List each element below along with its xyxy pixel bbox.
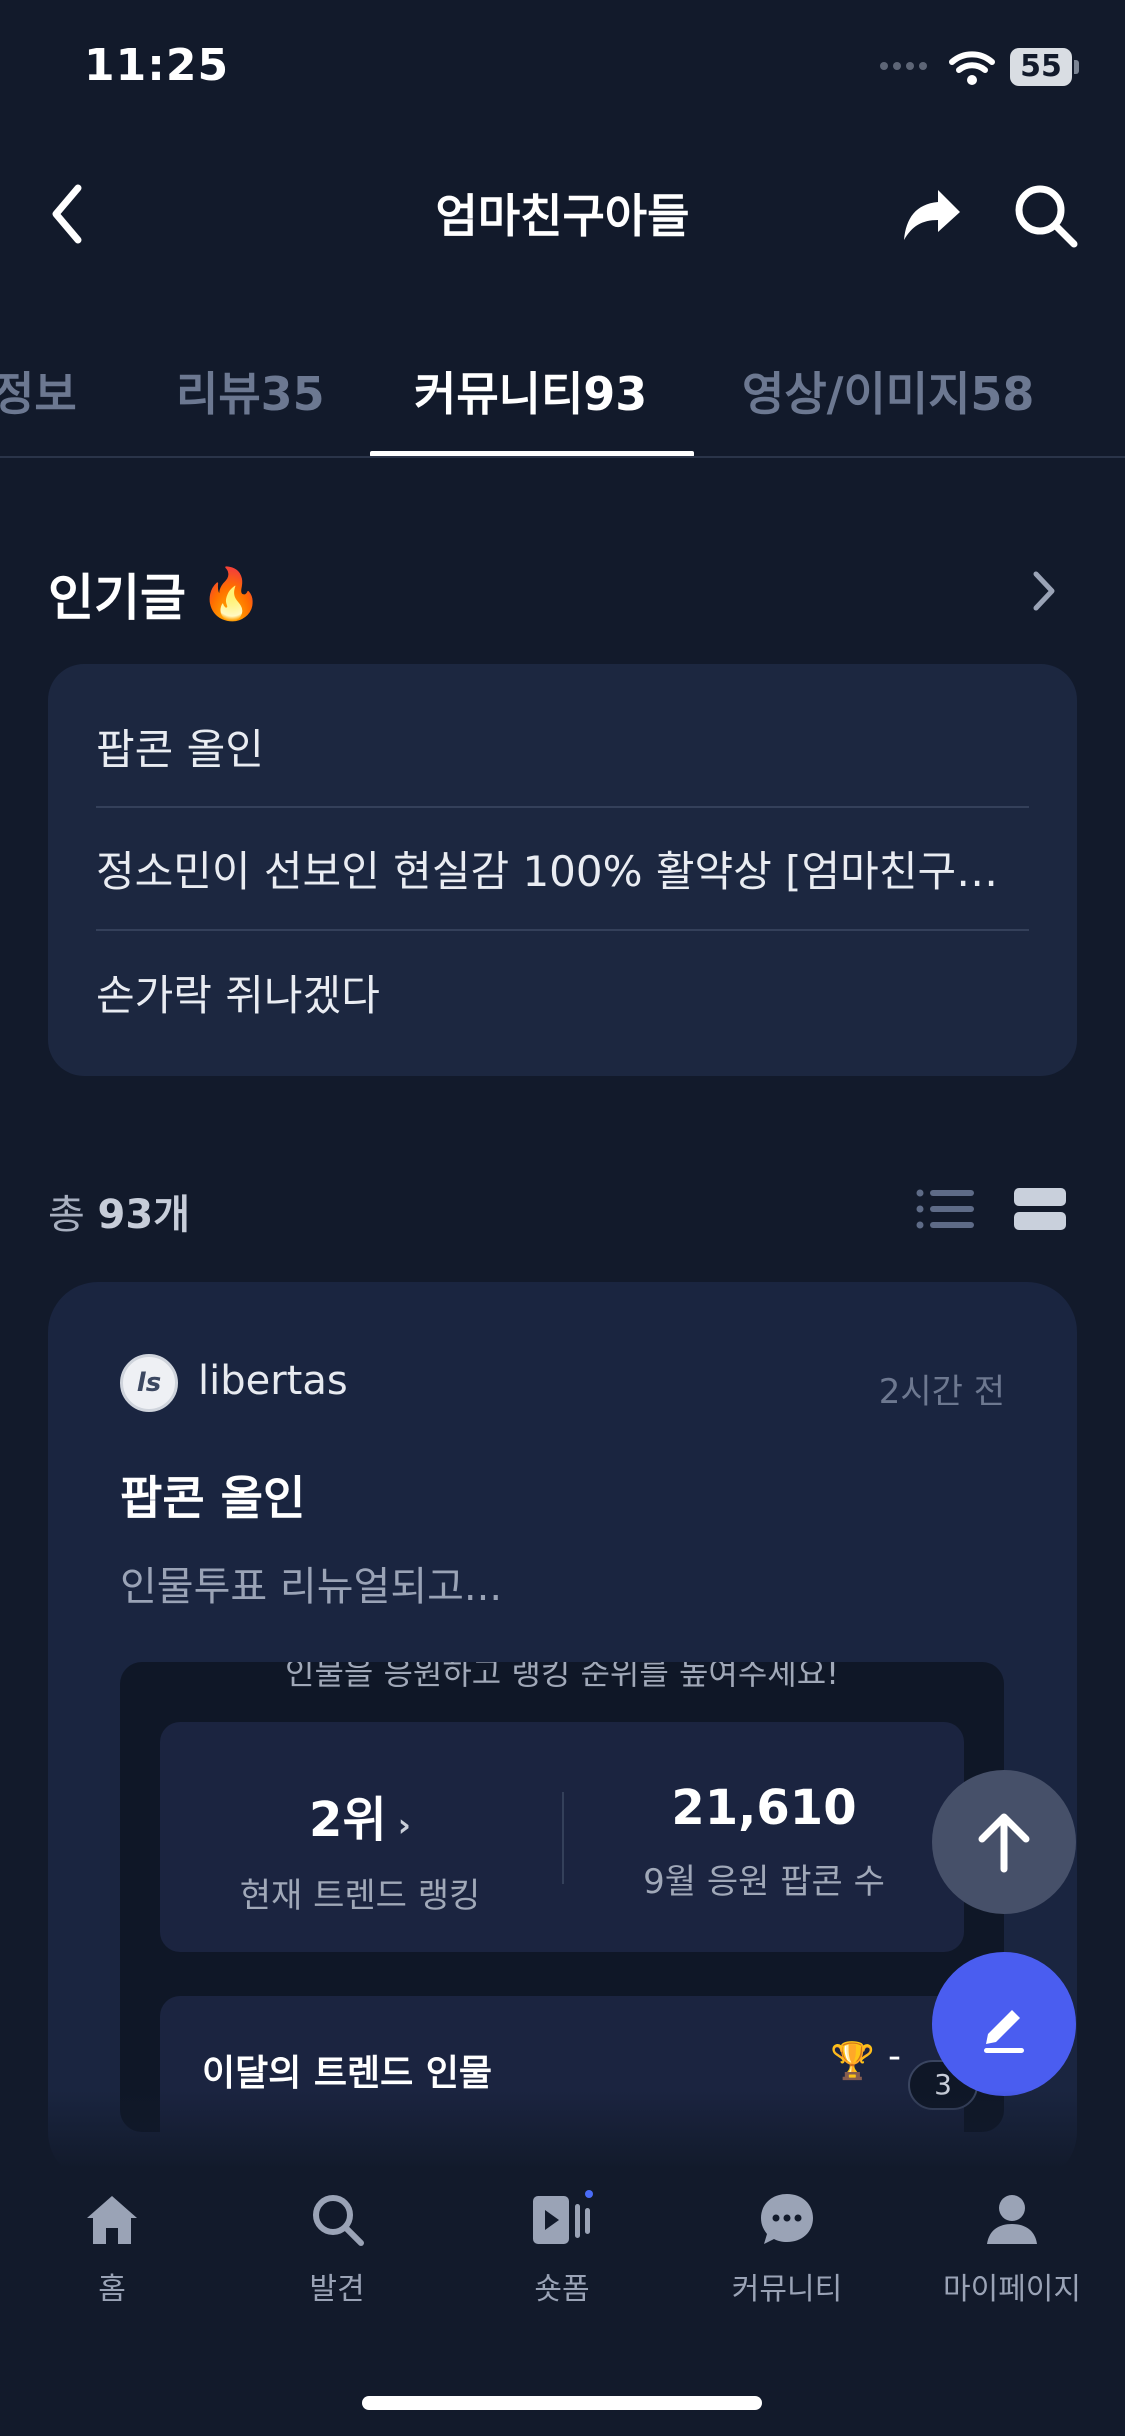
post-time: 2시간 전 [878, 1372, 1005, 1412]
trophy-icon: 🏆 [830, 2041, 875, 2082]
battery-icon: 55 [1010, 48, 1072, 86]
tab-community[interactable]: 커뮤니티93 [414, 358, 647, 424]
search-icon[interactable] [1010, 180, 1080, 250]
total-prefix: 총 [48, 1192, 85, 1238]
share-icon[interactable] [900, 182, 964, 246]
bottom-fade [0, 2090, 1125, 2170]
popular-item[interactable]: 팝콘 올인 [96, 716, 1029, 777]
bottom-nav-label: 발견 [309, 2272, 365, 2307]
search-icon [313, 2195, 364, 2246]
popcorn-value: 21,610 [671, 1780, 857, 1836]
wifi-icon [949, 51, 995, 85]
rank-label: 현재 트렌드 랭킹 [239, 1876, 481, 1916]
post-title[interactable]: 팝콘 올인 [120, 1462, 305, 1528]
person-icon [987, 2195, 1037, 2244]
embed-caption: 인물을 응원하고 랭킹 순위를 높여주세요! [285, 1662, 839, 1692]
tab-media[interactable]: 영상/이미지58 [742, 358, 1034, 424]
popcorn-label: 9월 응원 팝콘 수 [643, 1862, 885, 1902]
bottom-nav-discover[interactable]: 발견 [225, 2190, 449, 2308]
bottom-nav-mypage[interactable]: 마이페이지 [900, 2190, 1124, 2308]
post-card[interactable]: ls libertas 2시간 전 팝콘 올인 인물투표 리뉴얼되고... 인물… [48, 1282, 1077, 2182]
fire-icon: 🔥 [200, 564, 263, 623]
rank-value-text: 2위 [309, 1792, 387, 1848]
popular-title-text: 인기글 [48, 569, 186, 627]
popular-item[interactable]: 손가락 쥐나겠다 [96, 962, 1029, 1023]
bottom-nav-label: 숏폼 [534, 2272, 590, 2307]
rank-value: 2위 › [160, 1780, 560, 1850]
bottom-nav-label: 마이페이지 [943, 2272, 1081, 2307]
shortform-icon [533, 2190, 593, 2244]
chat-icon [761, 2194, 813, 2244]
avatar: ls [120, 1354, 178, 1412]
battery-nub [1074, 60, 1079, 74]
post-excerpt: 인물투표 리뉴얼되고... [120, 1564, 503, 1610]
total-number: 93개 [97, 1192, 190, 1238]
post-author[interactable]: libertas [198, 1358, 348, 1404]
home-indicator [362, 2396, 762, 2410]
bottom-nav-label: 홈 [98, 2272, 126, 2307]
trend-dash: - [888, 2036, 901, 2077]
bottom-nav-shortform[interactable]: 숏폼 [450, 2190, 674, 2308]
home-icon [87, 2196, 137, 2244]
pencil-icon [984, 2010, 1024, 2053]
status-time: 11:25 [84, 40, 230, 91]
popular-item[interactable]: 정소민이 선보인 현실감 100% 활약상 [엄마친구… [96, 838, 1029, 899]
bottom-nav-label: 커뮤니티 [731, 2272, 843, 2307]
arrow-up-icon [978, 1813, 1030, 1873]
chevron-right-icon[interactable] [1028, 566, 1058, 616]
card-view-icon[interactable] [1014, 1188, 1066, 1230]
popcorn-stat: 21,610 9월 응원 팝콘 수 [564, 1780, 964, 1903]
post-embed-image[interactable]: 인물을 응원하고 랭킹 순위를 높여주세요! 2위 › 현재 트렌드 랭킹 21… [120, 1662, 1004, 2132]
signal-icon [880, 62, 932, 72]
write-post-button[interactable] [932, 1952, 1076, 2096]
divider [96, 929, 1029, 931]
tab-reviews[interactable]: 리뷰35 [176, 358, 325, 424]
bottom-nav-home[interactable]: 홈 [0, 2190, 224, 2308]
scroll-top-button[interactable] [932, 1770, 1076, 1914]
bottom-nav-community[interactable]: 커뮤니티 [675, 2190, 899, 2308]
tab-divider [0, 456, 1125, 458]
divider [96, 806, 1029, 808]
total-count: 총 93개 [48, 1182, 190, 1240]
rank-stat: 2위 › 현재 트렌드 랭킹 [160, 1780, 560, 1917]
trend-title: 이달의 트렌드 인물 [202, 2053, 493, 2094]
popular-list: 팝콘 올인 정소민이 선보인 현실감 100% 활약상 [엄마친구… 손가락 쥐… [48, 664, 1077, 1076]
list-view-icon[interactable] [916, 1188, 974, 1230]
popular-section-title[interactable]: 인기글 🔥 [48, 558, 262, 630]
chevron-right-icon: › [386, 1806, 411, 1844]
stat-box: 2위 › 현재 트렌드 랭킹 21,610 9월 응원 팝콘 수 [160, 1722, 964, 1952]
tab-info[interactable]: 정보 [0, 358, 77, 424]
